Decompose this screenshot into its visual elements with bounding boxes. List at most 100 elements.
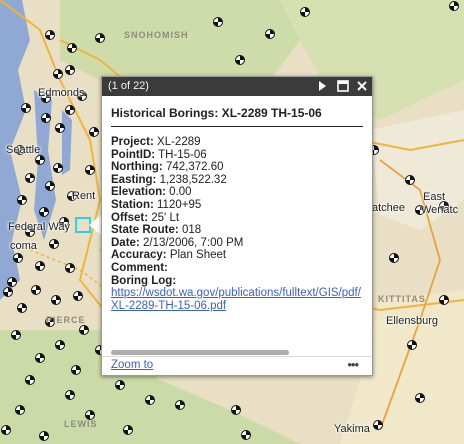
field-label: Project: (111, 136, 154, 148)
city-label-east: East (423, 191, 446, 203)
boring-marker[interactable] (51, 295, 61, 305)
popup-titlebar: (1 of 22) (102, 77, 372, 96)
field-label: Comment: (111, 261, 168, 274)
city-label-atchee: atchee (372, 202, 406, 214)
field-offset: Offset: 25' Lt (111, 212, 363, 225)
region-label-kittitas: KITTITAS (378, 294, 426, 304)
boring-marker[interactable] (35, 353, 45, 363)
boring-marker[interactable] (55, 340, 65, 350)
boring-marker[interactable] (45, 30, 55, 40)
field-station: Station: 1120+95 (111, 199, 363, 212)
field-value: 2/13/2006, 7:00 PM (142, 236, 244, 249)
boring-marker[interactable] (1, 425, 11, 435)
boring-marker[interactable] (95, 33, 105, 43)
boring-marker[interactable] (389, 253, 399, 263)
boring-marker[interactable] (79, 325, 89, 335)
boring-marker[interactable] (49, 239, 59, 249)
region-label-snohomish: SNOHOMISH (124, 30, 189, 40)
boring-marker[interactable] (17, 303, 27, 313)
boring-marker[interactable] (65, 390, 75, 400)
horizontal-scrollbar[interactable] (111, 350, 289, 355)
field-value: 1,238,522.32 (159, 173, 227, 186)
field-pointid: PointID: TH-15-06 (111, 149, 363, 162)
boring-marker[interactable] (65, 263, 75, 273)
region-label-pierce: PIERCE (46, 315, 86, 325)
boring-marker[interactable] (17, 195, 27, 205)
popup-pager: (1 of 22) (108, 80, 149, 92)
boring-marker[interactable] (300, 7, 310, 17)
field-label: Offset: (111, 211, 149, 224)
city-label-edmonds: Edmonds (38, 87, 85, 99)
boring-marker[interactable] (53, 69, 63, 79)
boring-marker[interactable] (175, 400, 185, 410)
boring-marker[interactable] (439, 295, 449, 305)
field-northing: Northing: 742,372.60 (111, 161, 363, 174)
boring-marker[interactable] (3, 287, 13, 297)
boring-marker[interactable] (35, 155, 45, 165)
boring-marker[interactable] (55, 123, 65, 133)
boring-marker[interactable] (213, 17, 223, 27)
play-icon[interactable] (315, 79, 329, 93)
map-view[interactable]: SNOHOMISH KITTITAS PIERCE LEWIS Edmonds … (0, 0, 464, 444)
boring-marker[interactable] (15, 405, 25, 415)
boring-marker[interactable] (235, 55, 245, 65)
boring-marker[interactable] (405, 175, 415, 185)
boring-marker[interactable] (11, 330, 21, 340)
close-icon[interactable] (355, 79, 369, 93)
field-date: Date: 2/13/2006, 7:00 PM (111, 237, 363, 250)
boring-marker[interactable] (65, 105, 75, 115)
boring-marker[interactable] (73, 291, 83, 301)
field-label: PointID: (111, 148, 156, 161)
field-value: 742,372.60 (165, 161, 224, 174)
zoom-to-link[interactable]: Zoom to (111, 359, 153, 371)
boring-marker[interactable] (449, 1, 459, 11)
boring-marker[interactable] (45, 181, 55, 191)
boring-marker[interactable] (67, 43, 77, 53)
city-label-wenatc: Wenatc (421, 204, 459, 216)
field-label: Station: (111, 198, 154, 211)
boring-marker[interactable] (123, 425, 133, 435)
city-label-ellensburg: Ellensburg (386, 315, 438, 327)
city-label-federal-way: Federal Way (8, 221, 70, 233)
boring-marker[interactable] (231, 405, 241, 415)
field-elevation: Elevation: 0.00 (111, 186, 363, 199)
city-label-seattle: Seattle (6, 144, 41, 156)
boring-marker[interactable] (35, 261, 45, 271)
boring-marker[interactable] (145, 395, 155, 405)
boring-marker[interactable] (89, 127, 99, 137)
boring-marker[interactable] (241, 430, 251, 440)
field-value: 1120+95 (157, 198, 202, 211)
boring-marker[interactable] (31, 285, 41, 295)
boring-marker[interactable] (39, 207, 49, 217)
region-label-lewis: LEWIS (64, 419, 98, 429)
boring-log-link[interactable]: https://wsdot.wa.gov/publications/fullte… (111, 287, 361, 312)
boring-marker[interactable] (21, 103, 31, 113)
boring-marker[interactable] (415, 393, 425, 403)
boring-marker[interactable] (85, 165, 95, 175)
field-label: Date: (111, 236, 140, 249)
more-options-icon[interactable]: ••• (347, 357, 359, 372)
city-label-yakima: Yakima (334, 423, 370, 435)
popup-fields: Project: XL-2289 PointID: TH-15-06 North… (111, 136, 363, 312)
field-label: Boring Log: (111, 274, 177, 287)
field-value: XL-2289 (157, 136, 201, 148)
boring-marker[interactable] (41, 113, 51, 123)
popup-footer: Zoom to ••• (102, 356, 372, 376)
boring-marker[interactable] (25, 173, 35, 183)
field-value: 25' Lt (151, 211, 180, 224)
boring-marker[interactable] (407, 340, 417, 350)
boring-marker[interactable] (53, 163, 63, 173)
field-project: Project: XL-2289 (111, 136, 363, 149)
boring-marker[interactable] (115, 380, 125, 390)
boring-marker[interactable] (265, 29, 275, 39)
boring-marker[interactable] (13, 253, 23, 263)
field-accuracy: Accuracy: Plan Sheet (111, 249, 363, 262)
boring-marker[interactable] (39, 431, 49, 441)
boring-marker[interactable] (7, 277, 17, 287)
boring-marker[interactable] (65, 65, 75, 75)
boring-marker[interactable] (25, 375, 35, 385)
boring-marker[interactable] (71, 365, 81, 375)
field-label: Northing: (111, 161, 163, 174)
maximize-icon[interactable] (336, 79, 350, 93)
boring-marker[interactable] (373, 420, 383, 430)
